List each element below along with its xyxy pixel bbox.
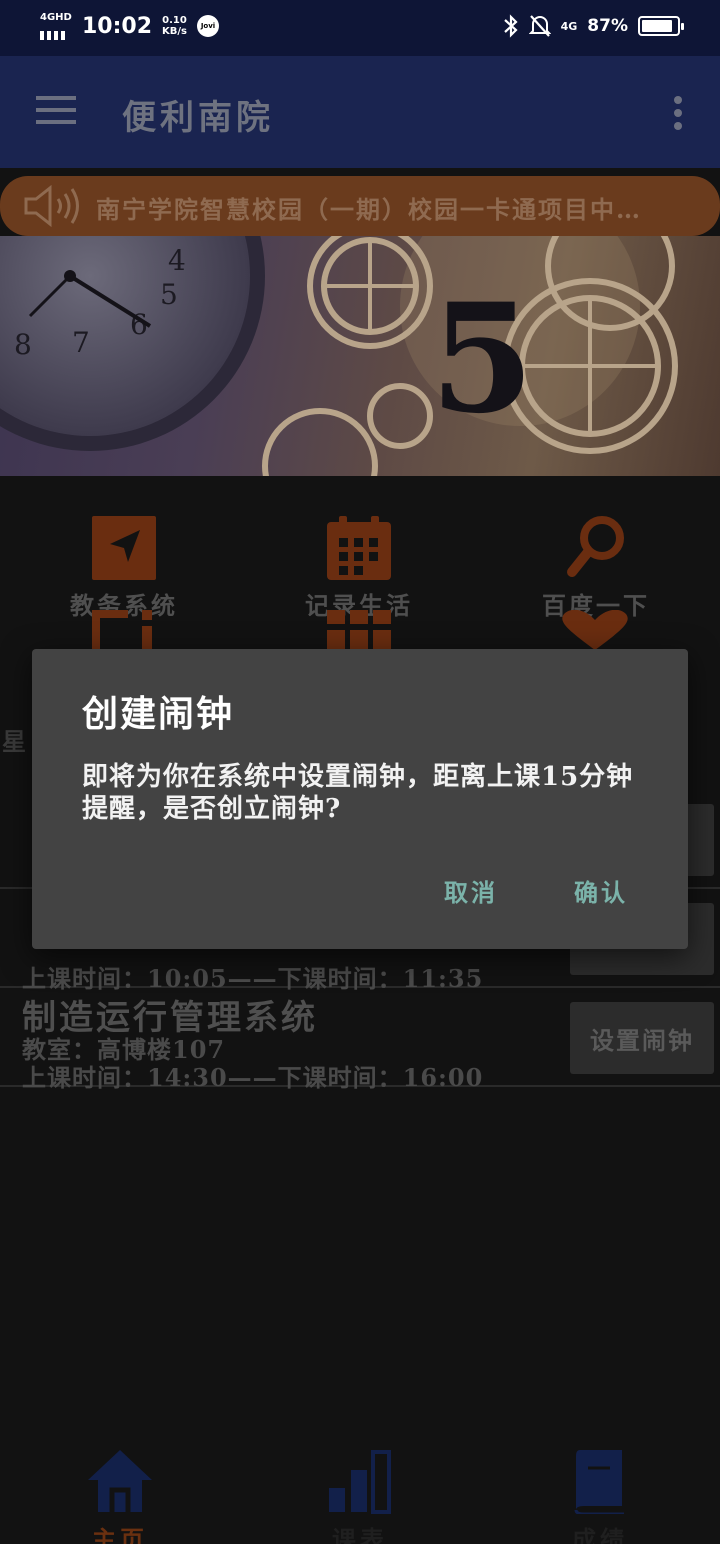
svg-text:5: 5 bbox=[160, 278, 178, 311]
cancel-button[interactable]: 取消 bbox=[438, 869, 504, 912]
svg-text:7: 7 bbox=[72, 326, 90, 359]
banner-image[interactable]: 4 5 6 7 8 5 bbox=[0, 236, 720, 476]
bell-muted-icon bbox=[528, 15, 551, 37]
clock-gears-illustration: 4 5 6 7 8 5 bbox=[0, 236, 678, 476]
nav-schedule[interactable]: 课表 bbox=[290, 1448, 430, 1544]
mobile-data: 4G bbox=[560, 19, 578, 33]
quick-grid: 教务系统 记录生活 百度一下 bbox=[0, 476, 720, 656]
set-alarm-button[interactable]: 设置闹钟 bbox=[570, 1002, 714, 1074]
speaker-icon bbox=[24, 184, 79, 228]
navigation-arrow-icon bbox=[92, 516, 156, 580]
svg-text:5: 5 bbox=[430, 271, 534, 447]
dialog-title: 创建闹钟 bbox=[82, 693, 235, 735]
course-row: 制造运行管理系统 教室：高博楼107 上课时间：14:30——下课时间：16:0… bbox=[0, 988, 720, 1092]
speed-value: 0.10 bbox=[162, 15, 187, 26]
signal-icon: 4GHD bbox=[40, 12, 72, 40]
calendar-icon bbox=[327, 516, 391, 580]
dialog-message: 即将为你在系统中设置闹钟，距离上课15分钟提醒，是否创立闹钟? bbox=[82, 762, 634, 824]
more-options-icon[interactable] bbox=[674, 96, 682, 135]
battery-icon bbox=[638, 16, 684, 36]
menu-icon[interactable] bbox=[36, 96, 76, 128]
nav-home[interactable]: 主页 bbox=[50, 1448, 190, 1544]
svg-text:8: 8 bbox=[14, 328, 32, 361]
nav-label: 成绩 bbox=[572, 1525, 628, 1544]
clock: 10:02 bbox=[82, 13, 153, 39]
notice-text: 南宁学院智慧校园（一期）校园一卡通项目中… bbox=[96, 195, 642, 224]
app-title: 便利南院 bbox=[122, 98, 274, 138]
bottom-nav: 主页 课表 成绩 bbox=[0, 1440, 720, 1544]
speed-unit: KB/s bbox=[162, 26, 188, 37]
battery-percent: 87% bbox=[587, 16, 628, 36]
document-icon bbox=[92, 610, 152, 650]
nav-label: 课表 bbox=[332, 1525, 388, 1544]
course-time: 上课时间：14:30——下课时间：16:00 bbox=[22, 1063, 484, 1092]
bluetooth-icon bbox=[503, 14, 518, 38]
home-icon bbox=[88, 1450, 152, 1512]
status-bar: 4GHD 10:02 0.10 KB/s Jovi 4G 87% bbox=[0, 0, 720, 56]
notice-marquee[interactable]: 南宁学院智慧校园（一期）校园一卡通项目中… bbox=[0, 176, 720, 236]
grid-item-record-life[interactable]: 记录生活 bbox=[259, 516, 459, 621]
svg-text:4: 4 bbox=[168, 244, 186, 277]
magnifier-icon bbox=[567, 516, 624, 577]
network-type: 4GHD bbox=[40, 12, 72, 23]
nav-label: 主页 bbox=[92, 1525, 148, 1544]
grid-item-baidu-search[interactable]: 百度一下 bbox=[496, 516, 696, 621]
app-bar: 便利南院 bbox=[0, 56, 720, 168]
apps-grid-icon bbox=[327, 610, 391, 650]
confirm-button[interactable]: 确认 bbox=[568, 869, 634, 912]
nav-grades[interactable]: 成绩 bbox=[530, 1448, 670, 1544]
book-icon bbox=[574, 1450, 624, 1516]
weekday-label: 星 bbox=[2, 727, 26, 756]
grid-item-academic-system[interactable]: 教务系统 bbox=[24, 516, 224, 621]
bar-chart-icon bbox=[329, 1450, 391, 1514]
network-speed: 0.10 KB/s bbox=[162, 15, 187, 37]
create-alarm-dialog: 创建闹钟 即将为你在系统中设置闹钟，距离上课15分钟提醒，是否创立闹钟? 取消 … bbox=[32, 649, 688, 949]
heart-icon bbox=[562, 610, 628, 650]
jovi-icon: Jovi bbox=[197, 15, 220, 37]
